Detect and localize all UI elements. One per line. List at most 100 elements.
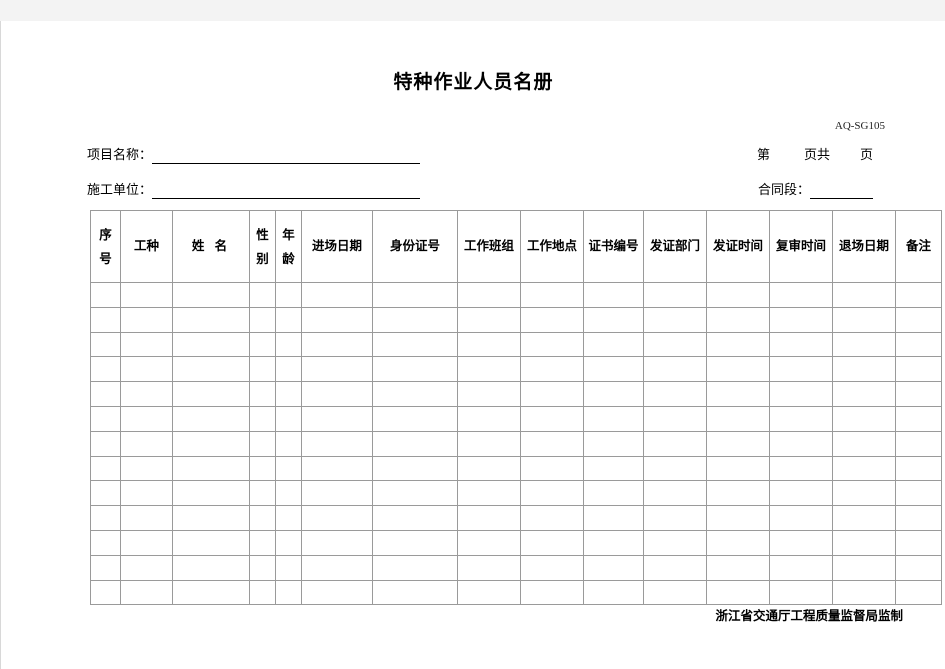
table-cell[interactable] (249, 505, 276, 531)
table-cell[interactable] (769, 480, 833, 507)
table-cell[interactable] (301, 554, 373, 581)
table-cell[interactable] (372, 579, 458, 606)
table-cell[interactable] (275, 455, 302, 482)
table-cell[interactable] (372, 430, 458, 457)
table-cell[interactable] (895, 505, 942, 531)
table-cell[interactable] (895, 529, 942, 556)
table-cell[interactable] (520, 529, 584, 556)
table-cell[interactable] (832, 455, 896, 482)
table-cell[interactable] (769, 356, 833, 383)
table-cell[interactable] (832, 282, 896, 308)
table-cell[interactable] (301, 455, 373, 482)
table-cell[interactable] (643, 505, 707, 531)
table-cell[interactable] (832, 430, 896, 457)
table-cell[interactable] (706, 579, 770, 606)
table-cell[interactable] (895, 306, 942, 333)
table-cell[interactable] (583, 306, 644, 333)
table-cell[interactable] (895, 356, 942, 383)
table-cell[interactable] (769, 579, 833, 606)
table-cell[interactable] (120, 381, 173, 407)
table-cell[interactable] (372, 529, 458, 556)
table-cell[interactable] (301, 306, 373, 333)
table-cell[interactable] (832, 381, 896, 407)
table-cell[interactable] (372, 282, 458, 308)
table-cell[interactable] (90, 381, 121, 407)
table-cell[interactable] (120, 579, 173, 606)
table-cell[interactable] (457, 554, 521, 581)
table-cell[interactable] (706, 282, 770, 308)
table-cell[interactable] (90, 430, 121, 457)
table-cell[interactable] (643, 306, 707, 333)
table-cell[interactable] (275, 529, 302, 556)
table-cell[interactable] (583, 381, 644, 407)
table-cell[interactable] (120, 331, 173, 358)
table-cell[interactable] (643, 554, 707, 581)
table-cell[interactable] (372, 405, 458, 432)
table-cell[interactable] (895, 430, 942, 457)
table-cell[interactable] (769, 554, 833, 581)
table-cell[interactable] (895, 282, 942, 308)
table-cell[interactable] (583, 579, 644, 606)
table-cell[interactable] (583, 430, 644, 457)
table-cell[interactable] (275, 356, 302, 383)
table-cell[interactable] (769, 331, 833, 358)
table-cell[interactable] (275, 505, 302, 531)
table-cell[interactable] (457, 579, 521, 606)
table-cell[interactable] (520, 381, 584, 407)
table-cell[interactable] (275, 430, 302, 457)
table-cell[interactable] (275, 554, 302, 581)
table-cell[interactable] (172, 579, 250, 606)
table-cell[interactable] (583, 405, 644, 432)
table-cell[interactable] (643, 331, 707, 358)
table-cell[interactable] (172, 505, 250, 531)
table-cell[interactable] (706, 381, 770, 407)
table-cell[interactable] (643, 381, 707, 407)
table-cell[interactable] (706, 554, 770, 581)
table-cell[interactable] (172, 529, 250, 556)
table-cell[interactable] (457, 480, 521, 507)
table-cell[interactable] (643, 430, 707, 457)
table-cell[interactable] (90, 480, 121, 507)
table-cell[interactable] (301, 579, 373, 606)
table-cell[interactable] (643, 455, 707, 482)
table-cell[interactable] (90, 405, 121, 432)
table-cell[interactable] (769, 405, 833, 432)
table-cell[interactable] (457, 505, 521, 531)
table-cell[interactable] (895, 405, 942, 432)
table-cell[interactable] (520, 579, 584, 606)
table-cell[interactable] (769, 282, 833, 308)
table-cell[interactable] (643, 579, 707, 606)
table-cell[interactable] (372, 480, 458, 507)
table-cell[interactable] (583, 455, 644, 482)
table-cell[interactable] (249, 331, 276, 358)
table-cell[interactable] (120, 306, 173, 333)
table-cell[interactable] (172, 381, 250, 407)
contract-section-input[interactable] (810, 182, 874, 199)
table-cell[interactable] (249, 356, 276, 383)
table-cell[interactable] (172, 356, 250, 383)
table-cell[interactable] (769, 505, 833, 531)
table-cell[interactable] (520, 480, 584, 507)
table-cell[interactable] (706, 480, 770, 507)
table-cell[interactable] (249, 381, 276, 407)
table-cell[interactable] (769, 430, 833, 457)
table-cell[interactable] (457, 381, 521, 407)
construction-unit-input[interactable] (152, 182, 421, 199)
table-cell[interactable] (895, 480, 942, 507)
table-cell[interactable] (301, 282, 373, 308)
table-cell[interactable] (520, 554, 584, 581)
table-cell[interactable] (706, 455, 770, 482)
table-cell[interactable] (706, 306, 770, 333)
table-cell[interactable] (90, 282, 121, 308)
table-cell[interactable] (90, 505, 121, 531)
table-cell[interactable] (90, 455, 121, 482)
table-cell[interactable] (172, 554, 250, 581)
table-cell[interactable] (90, 579, 121, 606)
table-cell[interactable] (172, 331, 250, 358)
table-cell[interactable] (769, 381, 833, 407)
table-cell[interactable] (583, 554, 644, 581)
table-cell[interactable] (706, 356, 770, 383)
table-cell[interactable] (275, 579, 302, 606)
table-cell[interactable] (172, 480, 250, 507)
table-cell[interactable] (120, 505, 173, 531)
